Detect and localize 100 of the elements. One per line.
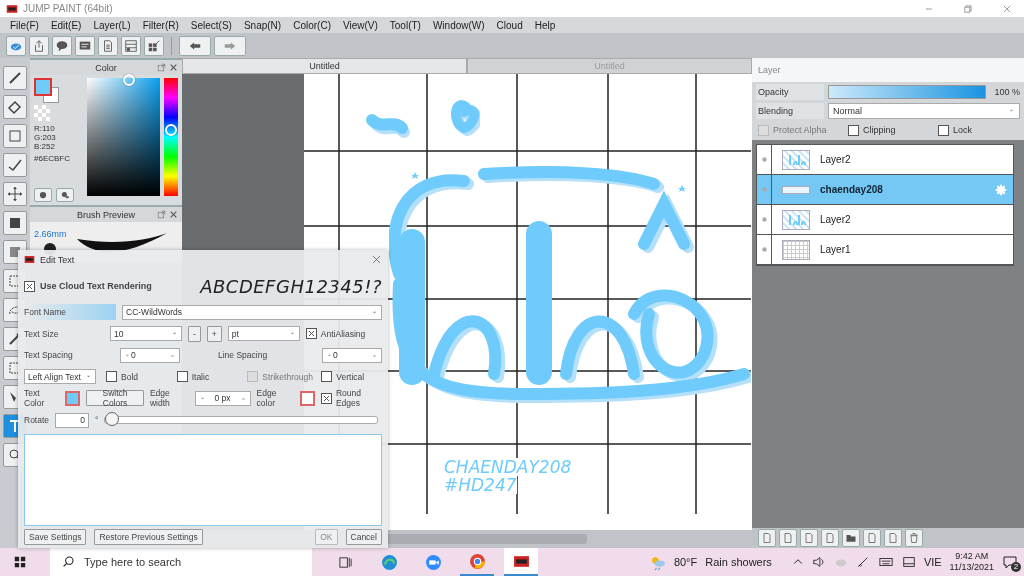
eraser-icon[interactable] bbox=[7, 99, 23, 115]
rectangle-icon[interactable] bbox=[7, 128, 23, 144]
folder-icon[interactable] bbox=[845, 532, 857, 544]
text-color-swatch[interactable] bbox=[65, 390, 81, 406]
task-view-icon[interactable] bbox=[337, 554, 353, 570]
hue-slider-thumb[interactable] bbox=[165, 123, 178, 136]
clock[interactable]: 9:42 AM 11/13/2021 bbox=[949, 551, 994, 573]
opacity-slider[interactable] bbox=[828, 84, 986, 99]
canvas-caption: CHAENDAY208 bbox=[444, 458, 572, 476]
visibility-dot-icon[interactable] bbox=[760, 186, 768, 193]
transparent-swatch[interactable] bbox=[34, 105, 50, 121]
checkbox[interactable] bbox=[24, 280, 35, 292]
browser-wave-icon[interactable] bbox=[380, 553, 398, 571]
dialog-button[interactable]: Save Settings bbox=[24, 529, 87, 545]
pen-icon[interactable] bbox=[855, 555, 870, 569]
color-swatches[interactable] bbox=[34, 78, 60, 102]
page-icon[interactable] bbox=[803, 532, 815, 544]
dialog-button[interactable]: Cancel bbox=[345, 529, 382, 545]
document-tab[interactable]: Untitled bbox=[182, 58, 467, 74]
pen-line-icon[interactable] bbox=[7, 157, 23, 173]
hue-slider[interactable] bbox=[164, 78, 178, 196]
degree-unit: ° bbox=[95, 415, 99, 426]
text-input-area[interactable] bbox=[24, 434, 382, 526]
brush-icon[interactable] bbox=[7, 70, 23, 86]
layer-row[interactable]: chaenday208 bbox=[757, 175, 1013, 205]
close-icon[interactable] bbox=[169, 63, 178, 72]
opacity-label: Opacity bbox=[756, 83, 824, 100]
unit-dropdown[interactable]: pt bbox=[227, 326, 300, 342]
keyboard-icon[interactable] bbox=[877, 555, 894, 569]
visibility-dot-icon[interactable] bbox=[760, 216, 768, 223]
video-camera-icon[interactable] bbox=[424, 553, 442, 571]
field-label: Text Color bbox=[24, 388, 46, 409]
menu-item[interactable]: Snap(N) bbox=[237, 19, 288, 31]
edge-color-swatch[interactable] bbox=[299, 390, 315, 406]
rotate-field[interactable]: 0 bbox=[55, 412, 90, 428]
popout-icon[interactable] bbox=[157, 210, 166, 219]
list-settings-icon[interactable] bbox=[124, 38, 138, 53]
checkbox[interactable] bbox=[320, 392, 332, 404]
grid-edit-icon[interactable] bbox=[147, 38, 161, 53]
menu-item[interactable]: Color(C) bbox=[287, 19, 337, 31]
checkbox[interactable] bbox=[938, 124, 949, 136]
language-indicator[interactable]: VIE bbox=[923, 556, 942, 568]
speaker-icon[interactable] bbox=[811, 555, 826, 569]
checkbox[interactable] bbox=[106, 371, 117, 383]
restore-icon[interactable] bbox=[963, 3, 973, 14]
move-icon[interactable] bbox=[7, 186, 23, 202]
checkbox[interactable] bbox=[176, 371, 188, 383]
menu-item[interactable]: Cloud bbox=[490, 19, 529, 31]
windows-start-icon[interactable] bbox=[13, 555, 27, 569]
menu-item[interactable]: Edit(E) bbox=[44, 19, 88, 31]
browser-circle-icon[interactable] bbox=[468, 552, 486, 570]
alignment-dropdown[interactable]: Left Align Text bbox=[24, 369, 96, 385]
layer-row[interactable]: Layer1 bbox=[757, 235, 1013, 265]
blending-dropdown[interactable]: Normal bbox=[828, 102, 1020, 119]
close-icon[interactable] bbox=[1002, 3, 1012, 14]
rotate-slider-thumb[interactable] bbox=[105, 412, 120, 427]
x-mark-icon bbox=[26, 282, 33, 290]
decrease-button[interactable]: - bbox=[188, 325, 201, 342]
font-dropdown[interactable]: CC-WildWords bbox=[122, 304, 382, 320]
x-mark-icon bbox=[307, 330, 315, 338]
close-icon[interactable] bbox=[371, 254, 382, 266]
panel-title: Layer bbox=[758, 65, 781, 75]
search-icon[interactable] bbox=[62, 555, 75, 568]
color-mixer-icon[interactable] bbox=[60, 190, 70, 200]
menu-item[interactable]: Help bbox=[528, 19, 562, 31]
increase-button[interactable]: + bbox=[206, 325, 222, 342]
visibility-dot-icon[interactable] bbox=[760, 246, 768, 253]
popout-icon[interactable] bbox=[157, 63, 166, 72]
tablet-icon[interactable] bbox=[901, 555, 916, 569]
field-label: Text Spacing bbox=[24, 350, 74, 361]
visibility-dot-icon[interactable] bbox=[760, 156, 768, 163]
text-size-dropdown[interactable]: 10 bbox=[110, 326, 182, 342]
layer-row[interactable]: Layer2 bbox=[757, 205, 1013, 235]
trash-icon[interactable] bbox=[908, 532, 920, 544]
menu-item[interactable]: Layer(L) bbox=[87, 19, 137, 31]
menu-item[interactable]: File(F) bbox=[4, 19, 45, 31]
share-icon[interactable] bbox=[32, 38, 46, 53]
document-icon[interactable] bbox=[101, 38, 115, 53]
palette-icon[interactable] bbox=[38, 190, 48, 200]
search-field[interactable]: Type here to search bbox=[50, 548, 312, 576]
switch-colors-button[interactable]: Switch Colors bbox=[86, 390, 144, 407]
menu-item[interactable]: Tool(T) bbox=[383, 19, 427, 31]
checkbox[interactable] bbox=[305, 328, 317, 340]
field-label: Edge width bbox=[149, 388, 171, 409]
checkbox[interactable] bbox=[321, 371, 333, 383]
menu-item[interactable]: View(V) bbox=[336, 19, 384, 31]
close-icon[interactable] bbox=[169, 210, 178, 219]
menu-item[interactable]: Select(S) bbox=[184, 19, 238, 31]
notification-button[interactable]: 2 bbox=[1002, 554, 1018, 570]
checkbox[interactable] bbox=[848, 124, 859, 136]
option-label: Protect Alpha bbox=[773, 125, 827, 135]
rgb-value: G:203 bbox=[34, 133, 57, 142]
field-label: Line Spacing bbox=[218, 350, 269, 361]
speech-bubble-icon[interactable] bbox=[55, 38, 69, 53]
dialog-button[interactable]: Restore Previous Settings bbox=[94, 529, 203, 545]
speech-bubble-icon bbox=[1002, 554, 1018, 570]
menu-item[interactable]: Window(W) bbox=[426, 19, 491, 31]
checkbox-label: AntiAliasing bbox=[320, 328, 366, 339]
layer-thumbnail bbox=[782, 149, 810, 170]
menu-item[interactable]: Filter(R) bbox=[136, 19, 185, 31]
